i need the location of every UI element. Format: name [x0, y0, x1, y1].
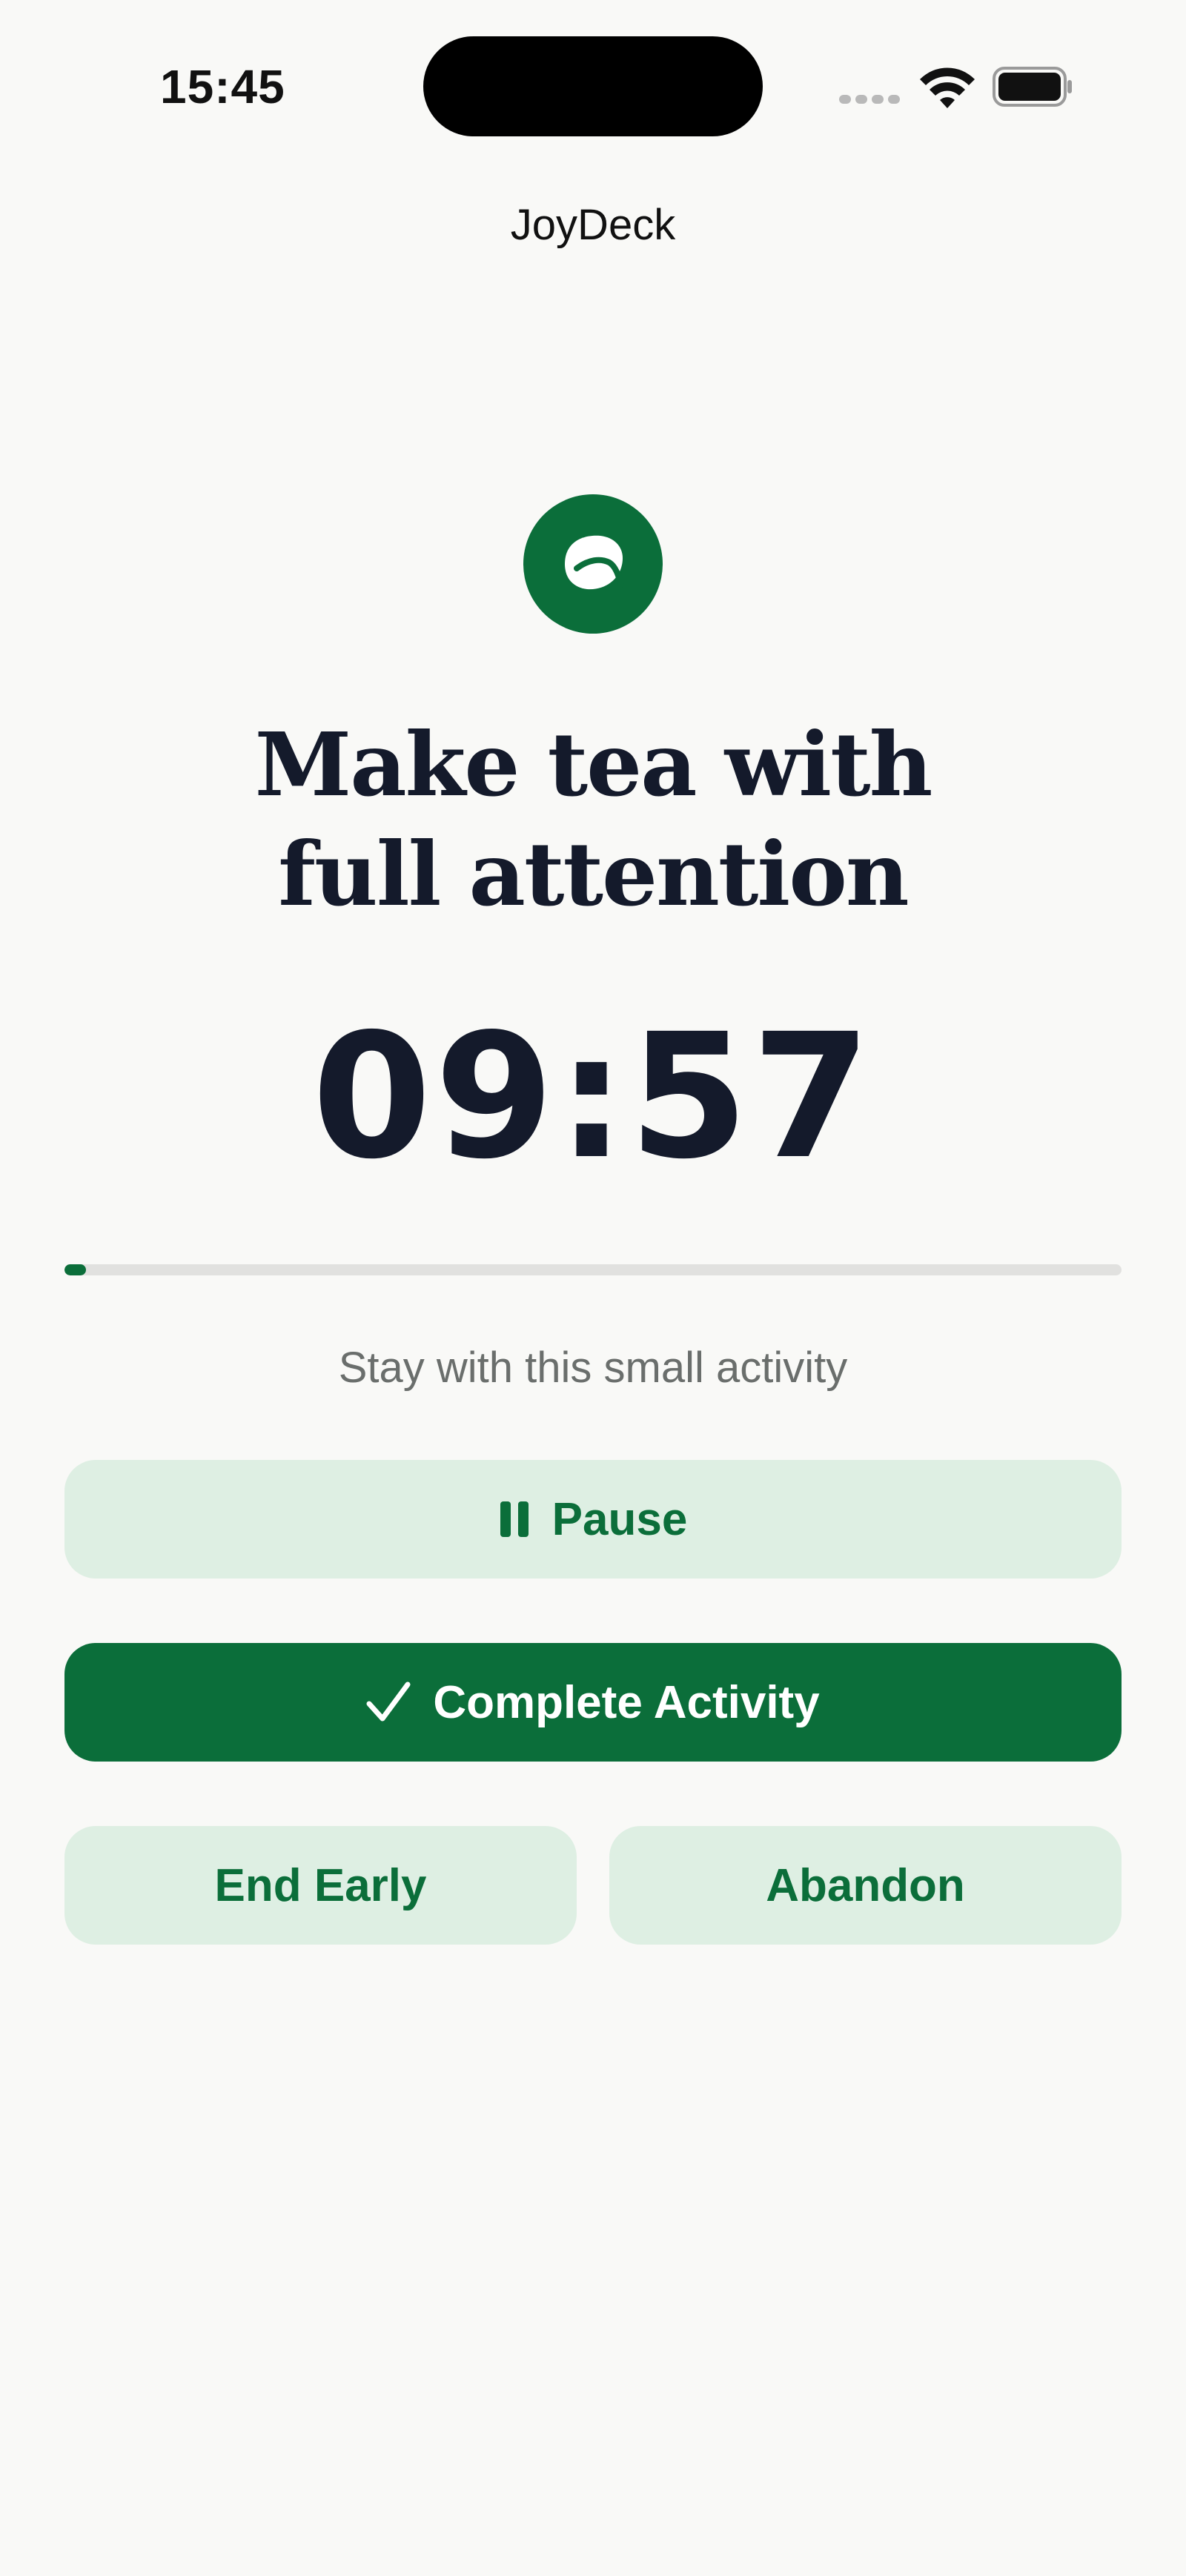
end-early-label: End Early	[214, 1859, 427, 1911]
activity-badge	[523, 494, 663, 634]
progress-bar	[64, 1264, 1122, 1275]
battery-icon	[993, 67, 1072, 107]
progress-fill	[64, 1264, 86, 1275]
checkmark-icon	[366, 1682, 411, 1723]
pause-icon	[499, 1500, 530, 1538]
abandon-button[interactable]: Abandon	[609, 1826, 1122, 1945]
countdown-timer: 09:57	[311, 997, 875, 1197]
pause-label: Pause	[551, 1493, 688, 1545]
activity-title: Make tea with full attention	[148, 710, 1038, 929]
dynamic-island	[423, 36, 763, 136]
complete-activity-label: Complete Activity	[433, 1676, 820, 1728]
status-time: 15:45	[160, 60, 285, 113]
activity-subtitle: Stay with this small activity	[338, 1344, 848, 1392]
wifi-icon	[920, 67, 975, 108]
activity-title-line-2: full attention	[278, 823, 909, 926]
complete-activity-button[interactable]: Complete Activity	[64, 1643, 1122, 1762]
end-early-button[interactable]: End Early	[64, 1826, 577, 1945]
abandon-label: Abandon	[766, 1859, 965, 1911]
cellular-signal-icon	[839, 93, 901, 105]
pause-button[interactable]: Pause	[64, 1460, 1122, 1579]
leaf-icon	[565, 535, 624, 590]
app-title: JoyDeck	[510, 201, 676, 249]
activity-title-line-1: Make tea with	[254, 713, 933, 816]
